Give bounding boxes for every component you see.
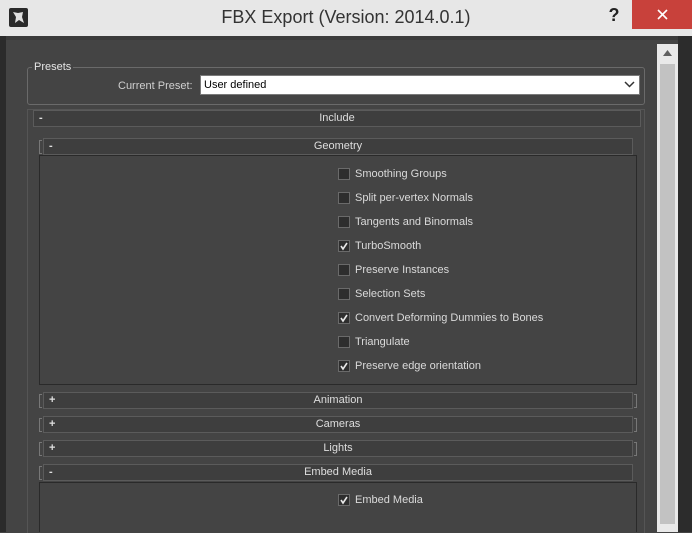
checkmark-icon: [340, 242, 348, 251]
option-label: Preserve Instances: [355, 264, 450, 276]
help-button[interactable]: ?: [600, 2, 628, 28]
checkbox[interactable]: [338, 240, 350, 252]
embed-media-toggle: -: [49, 466, 53, 478]
embed-media-panel: [39, 482, 637, 532]
option-label: TurboSmooth: [355, 240, 422, 252]
rollout-bracket: [634, 418, 637, 432]
option-label: Preserve edge orientation: [355, 360, 481, 372]
cameras-toggle: +: [49, 418, 56, 430]
checkbox[interactable]: [338, 216, 350, 228]
checkbox[interactable]: [338, 336, 350, 348]
scroll-up-button[interactable]: [657, 44, 678, 62]
rollout-geometry[interactable]: - Geometry: [43, 138, 633, 155]
scroll-thumb[interactable]: [660, 64, 675, 524]
embed-media-label: Embed Media: [304, 466, 372, 478]
lights-label: Lights: [323, 442, 353, 454]
rollout-bracket: [39, 394, 42, 408]
window-border-top: [6, 36, 692, 40]
include-toggle: -: [39, 112, 43, 124]
animation-label: Animation: [313, 394, 363, 406]
option-label: Selection Sets: [355, 288, 426, 300]
option-label: Smoothing Groups: [355, 168, 447, 180]
checkbox[interactable]: [338, 360, 350, 372]
rollout-bracket: [39, 140, 42, 154]
rollout-include[interactable]: - Include: [33, 110, 641, 127]
rollout-bracket: [634, 442, 637, 456]
geometry-toggle: -: [49, 140, 53, 152]
presets-group-label: Presets: [32, 61, 74, 73]
checkmark-icon: [340, 362, 348, 371]
animation-toggle: +: [49, 394, 56, 406]
window-border-right: [678, 36, 692, 532]
close-icon: [656, 9, 668, 20]
option-label: Triangulate: [355, 336, 410, 348]
option-label: Split per-vertex Normals: [355, 192, 473, 204]
geometry-label: Geometry: [313, 140, 363, 152]
rollout-embed-media[interactable]: - Embed Media: [43, 464, 633, 481]
checkmark-icon: [340, 496, 348, 505]
rollout-bracket: [39, 442, 42, 456]
window-border: [0, 36, 6, 532]
rollout-bracket: [39, 466, 42, 480]
current-preset-label: Current Preset:: [118, 80, 193, 92]
checkbox[interactable]: [338, 168, 350, 180]
title-bar: FBX Export (Version: 2014.0.1) ?: [0, 0, 692, 36]
checkbox[interactable]: [338, 264, 350, 276]
chevron-down-icon: [624, 81, 635, 88]
vertical-scrollbar[interactable]: [657, 44, 678, 532]
current-preset-dropdown[interactable]: User defined: [200, 75, 640, 95]
checkbox[interactable]: [338, 312, 350, 324]
chevron-up-icon: [663, 50, 672, 56]
close-button[interactable]: [632, 0, 692, 29]
window-title: FBX Export (Version: 2014.0.1): [221, 7, 471, 27]
current-preset-value: User defined: [204, 79, 267, 91]
option-label: Embed Media: [355, 494, 423, 506]
option-label: Tangents and Binormals: [355, 216, 474, 228]
include-label: Include: [319, 112, 355, 124]
rollout-cameras[interactable]: + Cameras: [43, 416, 633, 433]
rollout-lights[interactable]: + Lights: [43, 440, 633, 457]
checkbox[interactable]: [338, 192, 350, 204]
checkbox[interactable]: [338, 494, 350, 506]
rollout-animation[interactable]: + Animation: [43, 392, 633, 409]
checkbox[interactable]: [338, 288, 350, 300]
lights-toggle: +: [49, 442, 56, 454]
export-settings-panel: Presets Current Preset: User defined - I…: [10, 44, 656, 533]
checkmark-icon: [340, 314, 348, 323]
cameras-label: Cameras: [315, 418, 361, 430]
rollout-bracket: [39, 418, 42, 432]
rollout-bracket: [634, 394, 637, 408]
option-label: Convert Deforming Dummies to Bones: [355, 312, 544, 324]
